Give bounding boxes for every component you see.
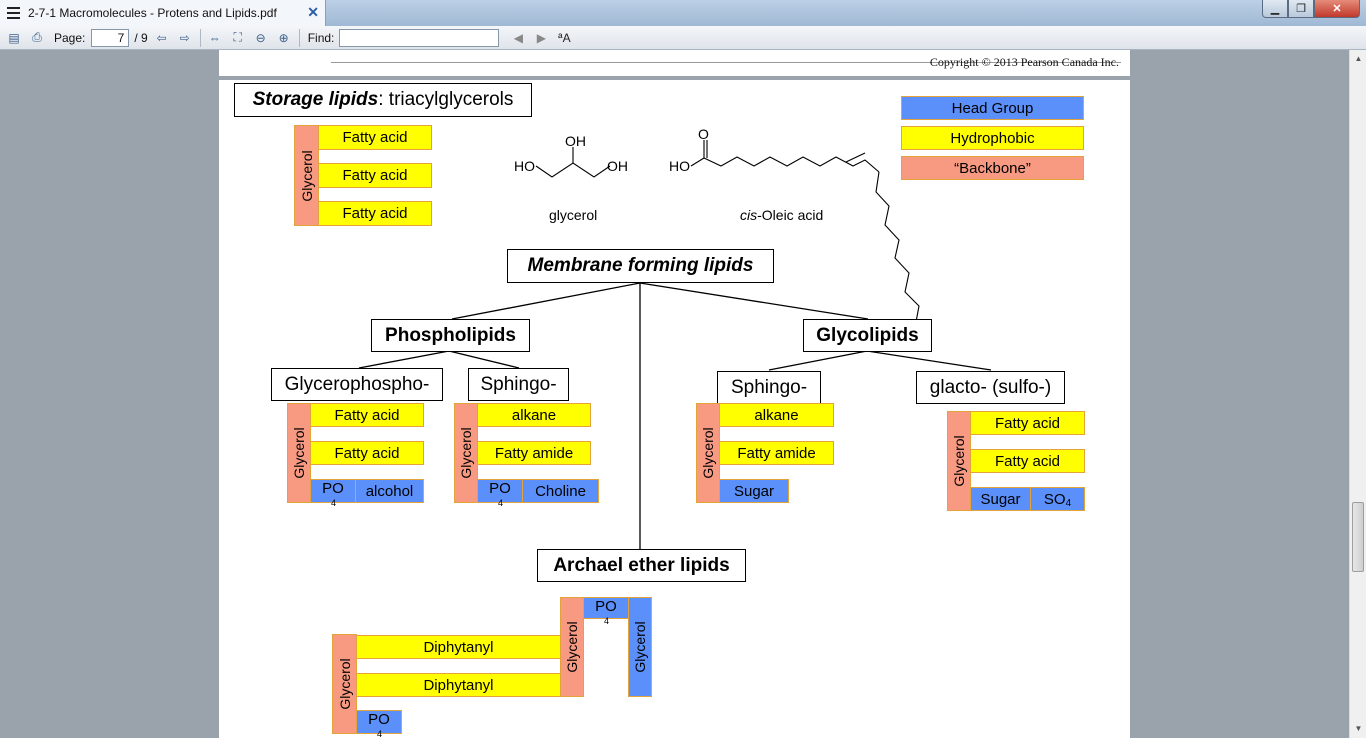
glacto-sulfo-title: glacto- (sulfo-) [916, 371, 1065, 404]
membrane-forming-lipids-title: Membrane forming lipids [507, 249, 774, 283]
print-icon[interactable]: ⎙ [28, 30, 46, 46]
maximize-button[interactable]: ❐ [1288, 0, 1314, 18]
sphingo-glyco-alkane: alkane [719, 403, 834, 427]
glycerol-caption: glycerol [549, 207, 598, 223]
archael-diphytanyl-2: Diphytanyl [356, 673, 561, 697]
toolbar: ▤ ⎙ Page: 7 / 9 ⇦ ⇨ ⇔ ⛶ ⊖ ⊕ Find: ◀ ▶ ªA [0, 26, 1366, 50]
glycerophospho-backbone: Glycerol [287, 403, 311, 503]
scroll-down-icon[interactable]: ▼ [1353, 724, 1364, 735]
sphingo-glyco-sugar: Sugar [719, 479, 789, 503]
sphingo-glyco-fatty-amide: Fatty amide [719, 441, 834, 465]
zoom-out-icon[interactable]: ⊖ [252, 30, 270, 46]
title-bar: 2-7-1 Macromolecules - Protens and Lipid… [0, 0, 1366, 26]
archael-phosphate-bottom: PO 4 [356, 710, 402, 738]
storage-fatty-acid-1: Fatty acid [318, 125, 432, 150]
glycerol-ho-left: HO [514, 158, 535, 174]
archael-diphytanyl-1: Diphytanyl [356, 635, 561, 659]
find-label: Find: [307, 30, 335, 45]
glycerophospho-title: Glycerophospho- [271, 368, 443, 401]
oleic-acid-structure [690, 140, 932, 339]
scroll-up-icon[interactable]: ▲ [1353, 54, 1364, 65]
sphingo-phospho-backbone: Glycerol [454, 403, 478, 503]
storage-fatty-acid-3: Fatty acid [318, 201, 432, 226]
archael-middle-glycerol: Glycerol [560, 597, 584, 697]
storage-fatty-acid-2: Fatty acid [318, 163, 432, 188]
archael-ether-lipids-title: Archael ether lipids [537, 549, 746, 582]
sphingo-phospho-choline: Choline [522, 479, 599, 503]
sphingo-phospho-alkane: alkane [477, 403, 591, 427]
next-page-icon[interactable]: ⇨ [176, 30, 194, 46]
document-viewer[interactable]: Copyright © 2013 Pearson Canada Inc. Sto… [0, 50, 1349, 738]
glycerophospho-fatty-acid-1: Fatty acid [310, 403, 424, 427]
sphingo-phospho-fatty-amide: Fatty amide [477, 441, 591, 465]
menu-icon[interactable] [0, 0, 26, 26]
previous-page-icon[interactable]: ⇦ [153, 30, 171, 46]
storage-glycerol-backbone: Glycerol [294, 125, 319, 226]
scrollbar-thumb[interactable] [1352, 502, 1364, 572]
document-tab[interactable]: 2-7-1 Macromolecules - Protens and Lipid… [0, 0, 326, 26]
tab-title: 2-7-1 Macromolecules - Protens and Lipid… [28, 6, 277, 20]
find-previous-icon[interactable]: ◀ [509, 30, 527, 46]
fit-width-icon[interactable]: ⇔ [206, 30, 224, 46]
pdf-page: Storage lipids: triacylglycerols Glycero… [219, 80, 1130, 738]
glycerol-structure [535, 147, 611, 178]
fit-page-icon[interactable]: ⛶ [229, 30, 247, 46]
oleic-acid-caption: cis-Oleic acid [740, 207, 824, 223]
archael-left-glycerol: Glycerol [332, 634, 357, 734]
glycerophospho-alcohol: alcohol [355, 479, 424, 503]
page-label: Page: [54, 30, 86, 45]
close-button[interactable]: ✕ [1314, 0, 1360, 18]
toolbar-separator [199, 28, 201, 47]
copyright-text: Copyright © 2013 Pearson Canada Inc. [929, 55, 1119, 69]
glycerol-oh-right: OH [607, 158, 628, 174]
sphingo-glyco-title: Sphingo- [717, 371, 821, 404]
tab-close-icon[interactable]: ✕ [307, 4, 319, 21]
previous-page-bottom: Copyright © 2013 Pearson Canada Inc. [219, 50, 1130, 76]
archael-right-glycerol: Glycerol [628, 597, 652, 697]
glacto-backbone: Glycerol [947, 411, 971, 511]
sphingo-phospho-title: Sphingo- [468, 368, 569, 401]
glacto-sugar: Sugar [970, 487, 1031, 511]
document-properties-icon[interactable]: ▤ [5, 30, 23, 46]
oleic-o-label: O [698, 126, 709, 142]
find-input[interactable] [339, 28, 500, 47]
glycolipids-title: Glycolipids [803, 319, 932, 352]
sphingo-phospho-phosphate: PO 4 [477, 479, 523, 508]
minimize-button[interactable]: ▁ [1262, 0, 1288, 18]
phospholipids-title: Phospholipids [371, 319, 530, 352]
glacto-sulfate: SO 4 [1030, 487, 1085, 511]
find-next-icon[interactable]: ▶ [532, 30, 550, 46]
match-case-icon[interactable]: ªA [555, 30, 573, 46]
glycerophospho-fatty-acid-2: Fatty acid [310, 441, 424, 465]
sphingo-glyco-backbone: Glycerol [696, 403, 720, 503]
toolbar-separator [298, 28, 300, 47]
glycerol-oh-top: OH [565, 133, 586, 149]
glacto-fatty-acid-1: Fatty acid [970, 411, 1085, 435]
glycerophospho-phosphate: PO 4 [310, 479, 356, 508]
legend-hydrophobic: Hydrophobic [901, 126, 1084, 150]
legend-head-group: Head Group [901, 96, 1084, 120]
storage-lipids-title: Storage lipids: triacylglycerols [234, 83, 532, 117]
page-number-input[interactable]: 7 [91, 28, 130, 47]
page-total: / 9 [134, 30, 148, 45]
zoom-in-icon[interactable]: ⊕ [275, 30, 293, 46]
vertical-scrollbar[interactable]: ▲ ▼ [1349, 50, 1366, 738]
glacto-fatty-acid-2: Fatty acid [970, 449, 1085, 473]
legend-backbone: “Backbone” [901, 156, 1084, 180]
archael-phosphate-top: PO 4 [583, 597, 629, 626]
window-controls: ▁ ❐ ✕ [1262, 0, 1360, 18]
oleic-ho-label: HO [669, 158, 690, 174]
